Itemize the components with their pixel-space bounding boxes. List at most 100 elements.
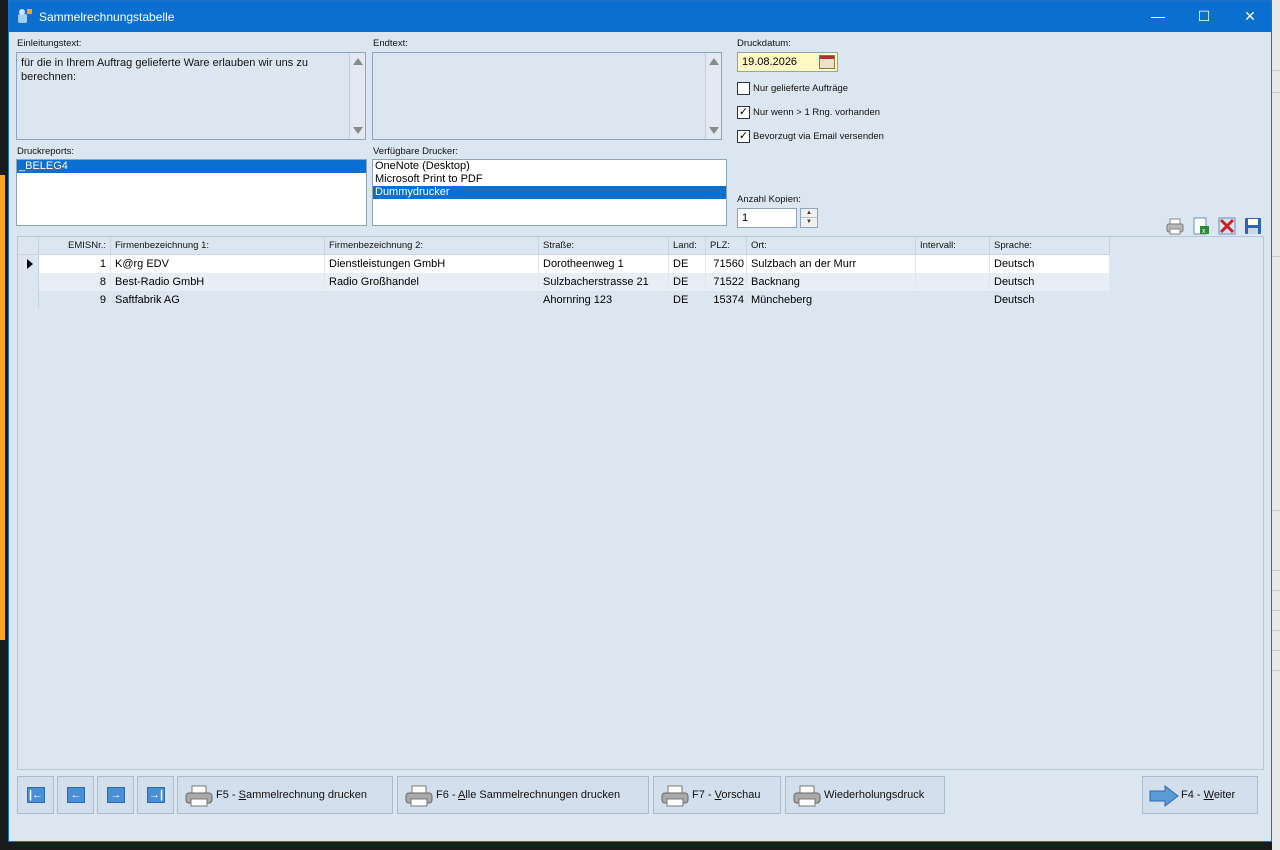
cell-language: Deutsch — [990, 291, 1110, 309]
cell-zip: 71560 — [706, 255, 747, 273]
header-interval[interactable]: Intervall: — [916, 237, 990, 255]
checkbox-email-preferred-label: Bevorzugt via Email versenden — [753, 131, 884, 142]
nav-prev-button[interactable]: ← — [57, 776, 94, 814]
next-record-icon: → — [107, 787, 125, 803]
intro-text: für die in Ihrem Auftrag gelieferte Ware… — [21, 57, 308, 83]
cell-country: DE — [669, 291, 706, 309]
printer-icon — [793, 785, 821, 807]
endtext-label: Endtext: — [373, 38, 408, 49]
maximize-button[interactable]: ☐ — [1181, 1, 1227, 32]
row-indicator — [18, 273, 39, 291]
intro-scrollbar[interactable] — [349, 53, 365, 139]
cell-zip: 15374 — [706, 291, 747, 309]
cell-company1: K@rg EDV — [111, 255, 325, 273]
next-step-button[interactable]: F4 - Weiter — [1142, 776, 1258, 814]
save-icon[interactable] — [1243, 216, 1263, 236]
title-bar[interactable]: Sammelrechnungstabelle — ☐ ✕ — [9, 1, 1271, 32]
scroll-up-icon[interactable] — [709, 58, 719, 65]
print-all-invoices-label: F6 - Alle Sammelrechnungen drucken — [436, 789, 621, 801]
next-step-label: F4 - Weiter — [1181, 789, 1236, 801]
cell-interval — [916, 255, 990, 273]
cell-company1: Best-Radio GmbH — [111, 273, 325, 291]
checkbox-min-invoices[interactable]: ✓ — [737, 106, 750, 119]
export-excel-icon[interactable]: x — [1191, 216, 1211, 236]
nav-next-button[interactable]: → — [97, 776, 134, 814]
header-country[interactable]: Land: — [669, 237, 706, 255]
scroll-down-icon[interactable] — [353, 127, 363, 134]
reports-label: Druckreports: — [17, 146, 75, 157]
printers-label: Verfügbare Drucker: — [373, 146, 459, 157]
cell-interval — [916, 273, 990, 291]
main-window: Sammelrechnungstabelle — ☐ ✕ Einleitungs… — [8, 0, 1272, 842]
stepper-up-icon[interactable]: ▲ — [801, 209, 817, 218]
report-item[interactable]: _BELEG4 — [17, 160, 366, 173]
printer-icon — [405, 785, 433, 807]
cell-country: DE — [669, 273, 706, 291]
header-street[interactable]: Straße: — [539, 237, 669, 255]
endtext-textarea[interactable] — [372, 52, 722, 140]
nav-first-button[interactable]: |← — [17, 776, 54, 814]
printers-listbox[interactable]: OneNote (Desktop) Microsoft Print to PDF… — [372, 159, 727, 226]
cell-city: Sulzbach an der Murr — [747, 255, 916, 273]
stepper-down-icon[interactable]: ▼ — [801, 218, 817, 227]
table-row[interactable]: 9 Saftfabrik AG Ahornring 123 DE 15374 M… — [18, 291, 1110, 309]
header-company1[interactable]: Firmenbezeichnung 1: — [111, 237, 325, 255]
print-icon[interactable] — [1165, 216, 1185, 236]
background-right — [1272, 0, 1280, 850]
arrow-right-icon — [1149, 785, 1179, 807]
last-record-icon: →| — [147, 787, 165, 803]
cell-street: Ahornring 123 — [539, 291, 669, 309]
scroll-down-icon[interactable] — [709, 127, 719, 134]
header-emisnr[interactable]: EMISNr.: — [39, 237, 111, 255]
cell-street: Dorotheenweg 1 — [539, 255, 669, 273]
header-language[interactable]: Sprache: — [990, 237, 1110, 255]
grid-header: EMISNr.: Firmenbezeichnung 1: Firmenbeze… — [18, 237, 1110, 255]
cell-company2 — [325, 291, 539, 309]
calendar-icon[interactable] — [819, 55, 835, 69]
reports-listbox[interactable]: _BELEG4 — [16, 159, 367, 226]
header-company2[interactable]: Firmenbezeichnung 2: — [325, 237, 539, 255]
preview-button[interactable]: F7 - Vorschau — [653, 776, 781, 814]
printer-item-onenote[interactable]: OneNote (Desktop) — [373, 160, 726, 173]
prev-record-icon: ← — [67, 787, 85, 803]
header-indicator — [18, 237, 39, 255]
window-title: Sammelrechnungstabelle — [39, 10, 175, 24]
print-all-invoices-button[interactable]: F6 - Alle Sammelrechnungen drucken — [397, 776, 649, 814]
repeat-print-button[interactable]: Wiederholungsdruck — [785, 776, 945, 814]
repeat-print-label: Wiederholungsdruck — [824, 789, 925, 801]
print-date-field[interactable]: 19.08.2026 — [737, 52, 838, 72]
cell-interval — [916, 291, 990, 309]
current-row-icon — [27, 259, 33, 269]
cell-city: Müncheberg — [747, 291, 916, 309]
intro-textarea[interactable]: für die in Ihrem Auftrag gelieferte Ware… — [16, 52, 366, 140]
printer-item-pdf[interactable]: Microsoft Print to PDF — [373, 173, 726, 186]
copies-value: 1 — [742, 212, 749, 224]
row-indicator — [18, 255, 39, 273]
cell-country: DE — [669, 255, 706, 273]
cell-emisnr: 1 — [39, 255, 111, 273]
nav-last-button[interactable]: →| — [137, 776, 174, 814]
copies-input[interactable]: 1 — [737, 208, 797, 228]
app-icon — [18, 9, 32, 23]
first-record-icon: |← — [27, 787, 45, 803]
header-city[interactable]: Ort: — [747, 237, 916, 255]
close-button[interactable]: ✕ — [1227, 1, 1273, 32]
cell-emisnr: 8 — [39, 273, 111, 291]
preview-label: F7 - Vorschau — [692, 789, 761, 801]
invoice-grid[interactable]: EMISNr.: Firmenbezeichnung 1: Firmenbeze… — [17, 236, 1264, 770]
endtext-scrollbar[interactable] — [705, 53, 721, 139]
table-row[interactable]: 8 Best-Radio GmbH Radio Großhandel Sulzb… — [18, 273, 1110, 291]
checkbox-email-preferred[interactable]: ✓ — [737, 130, 750, 143]
printer-icon — [185, 785, 213, 807]
checkbox-delivered-only[interactable] — [737, 82, 750, 95]
cell-language: Deutsch — [990, 255, 1110, 273]
scroll-up-icon[interactable] — [353, 58, 363, 65]
printer-item-dummy[interactable]: Dummydrucker — [373, 186, 726, 199]
table-row[interactable]: 1 K@rg EDV Dienstleistungen GmbH Dorothe… — [18, 255, 1110, 273]
copies-stepper[interactable]: ▲ ▼ — [800, 208, 818, 228]
background-accent — [0, 175, 5, 640]
delete-icon[interactable] — [1217, 216, 1237, 236]
minimize-button[interactable]: — — [1135, 1, 1181, 32]
print-invoice-button[interactable]: F5 - Sammelrechnung drucken — [177, 776, 393, 814]
header-zip[interactable]: PLZ: — [706, 237, 747, 255]
